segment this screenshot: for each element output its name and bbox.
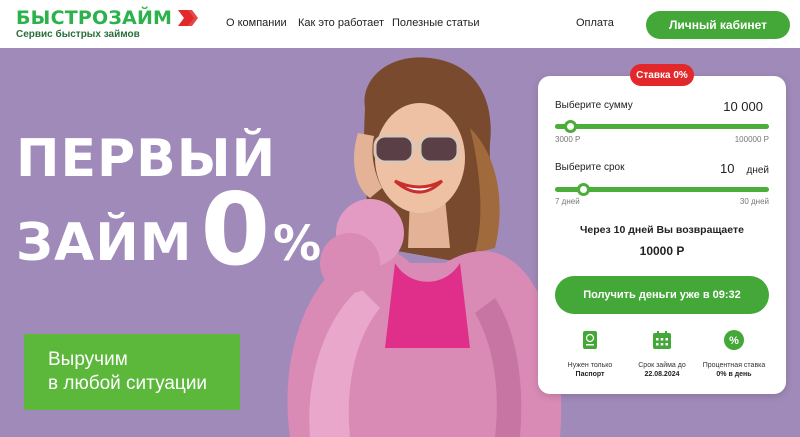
feature-rate: % Процентная ставка 0% в день [699, 330, 769, 379]
term-min: 7 дней [555, 197, 580, 206]
term-label: Выберите срок [555, 162, 625, 173]
personal-cabinet-button[interactable]: Личный кабинет [646, 11, 790, 39]
feature-passport: Нужен только Паспорт [555, 330, 625, 379]
logo-subtitle: Сервис быстрых займов [16, 29, 140, 40]
nav-articles[interactable]: Полезные статьи [392, 17, 479, 29]
nav-how-it-works[interactable]: Как это работает [298, 17, 384, 29]
return-value: 10000 Р [639, 244, 685, 258]
feature-term-value: 22.08.2024 [644, 371, 680, 378]
promo-line1: Выручим [48, 349, 128, 370]
amount-slider-handle[interactable] [564, 120, 578, 133]
percent-icon: % [724, 330, 744, 350]
term-slider-handle[interactable] [576, 183, 590, 196]
header: БЫСТРОЗАЙМ Сервис быстрых займов О компа… [0, 0, 800, 48]
hero-banner: ПЕРВЫЙ ЗАЙМ 0 % Выручим в любой ситуации [0, 48, 800, 437]
loan-calculator: Ставка 0% Выберите сумму 10 000 3000 Р 1… [538, 64, 786, 394]
feature-rate-title: Процентная ставка [702, 362, 766, 369]
logo-arrow-icon [178, 10, 199, 26]
feature-rate-value: 0% в день [716, 371, 752, 378]
headline-line2: ЗАЙМ [16, 213, 193, 273]
promo-line2: в любой ситуации [48, 373, 208, 394]
promo-block: Выручим в любой ситуации [24, 334, 240, 410]
amount-label: Выберите сумму [555, 100, 633, 111]
calendar-icon [653, 331, 671, 349]
amount-slider-fill [555, 124, 769, 129]
feature-passport-title: Нужен только [567, 362, 613, 369]
amount-min: 3000 Р [555, 135, 581, 144]
get-money-button[interactable]: Получить деньги уже в 09:32 [555, 276, 769, 314]
feature-passport-value: Паспорт [575, 371, 605, 378]
nav-payment[interactable]: Оплата [576, 17, 614, 29]
logo[interactable]: БЫСТРОЗАЙМ Сервис быстрых займов [16, 8, 202, 40]
term-unit: дней [746, 165, 769, 176]
feature-term: Срок займа до 22.08.2024 [627, 330, 697, 379]
logo-title: БЫСТРОЗАЙМ [16, 7, 173, 29]
amount-value[interactable]: 10 000 [723, 99, 763, 114]
feature-term-title: Срок займа до [638, 362, 686, 369]
headline-zero: 0 [200, 171, 272, 288]
return-text: Через 10 дней Вы возвращаете [580, 224, 744, 236]
rate-badge: Ставка 0% [630, 64, 694, 86]
svg-text:%: % [729, 335, 739, 347]
passport-icon [583, 331, 597, 349]
term-slider[interactable] [555, 183, 769, 196]
nav-about[interactable]: О компании [226, 17, 287, 29]
amount-slider[interactable] [555, 120, 769, 133]
term-max: 30 дней [739, 197, 769, 206]
woman-photo [287, 57, 562, 437]
term-value[interactable]: 10 [720, 161, 734, 176]
amount-max: 100000 Р [734, 135, 769, 144]
